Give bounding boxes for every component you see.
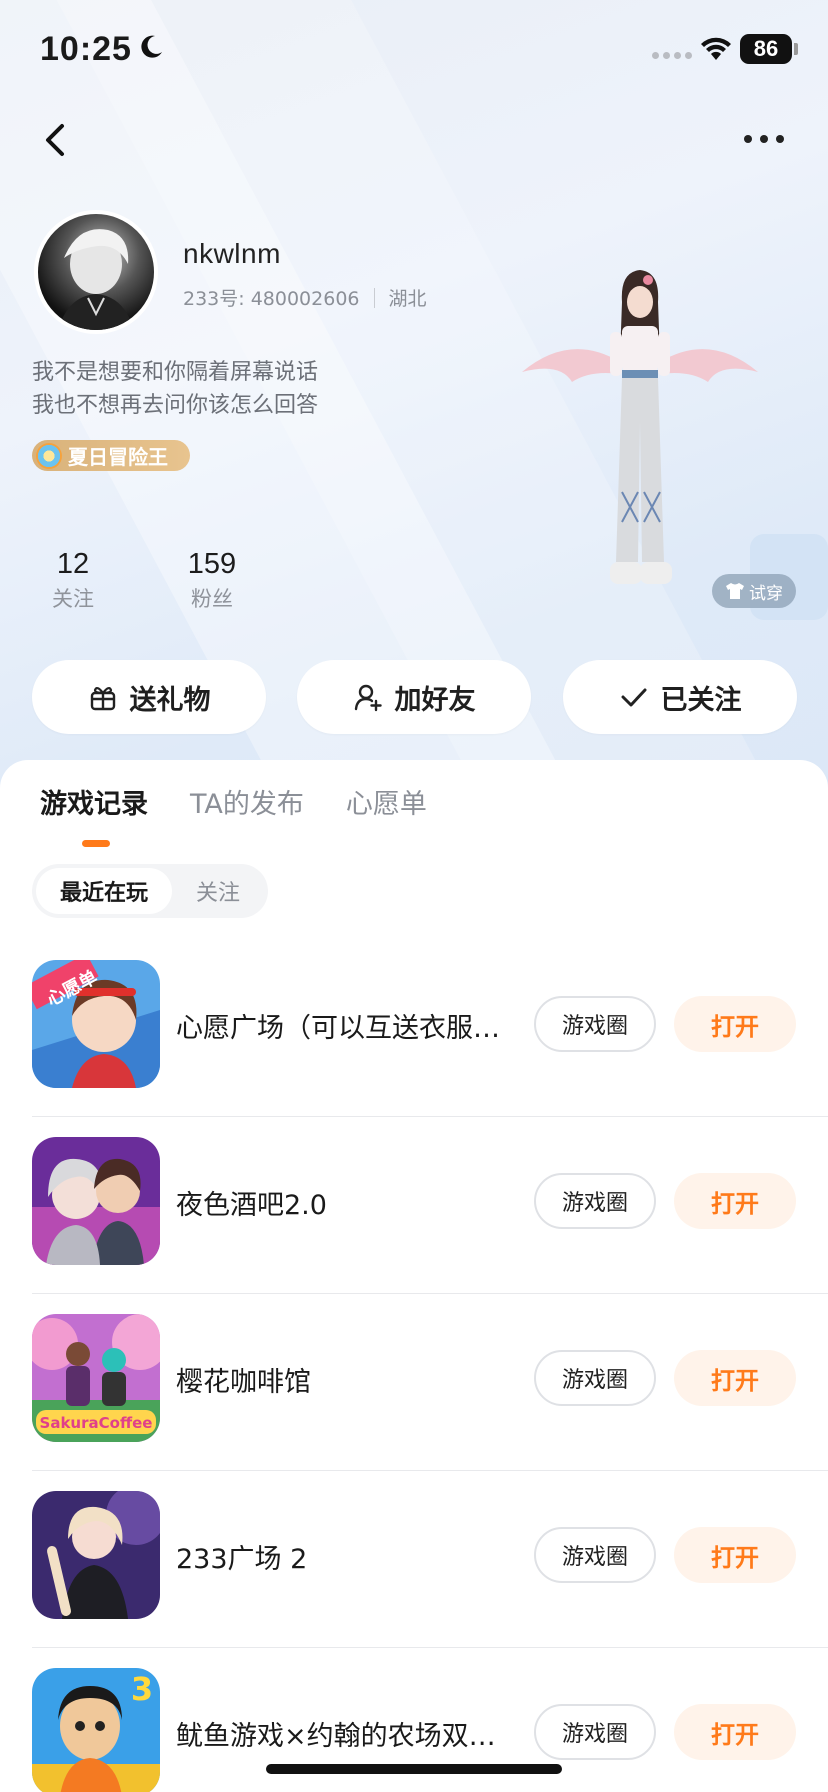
user-id: 233号: 480002606 (183, 288, 360, 310)
segment-recent[interactable]: 最近在玩 (36, 868, 172, 914)
game-circle-button[interactable]: 游戏圈 (534, 996, 656, 1052)
game-name: 鱿鱼游戏×约翰的农场双… (176, 1721, 496, 1752)
gift-icon (90, 686, 115, 711)
game-icon-tag: 3 (131, 1670, 153, 1708)
profile-meta: 233号: 480002606 湖北 (183, 284, 427, 311)
game-name: 樱花咖啡馆 (176, 1367, 311, 1398)
home-indicator (266, 1764, 562, 1774)
battery-tip (794, 43, 798, 55)
check-icon (621, 688, 646, 707)
more-icon[interactable] (740, 124, 788, 154)
following-label: 关注 (52, 587, 94, 611)
title-badge[interactable]: 夏日冒险王 (32, 440, 190, 471)
avatar[interactable] (34, 210, 158, 334)
status-time: 10:25 (40, 30, 132, 68)
signal-icon (652, 52, 692, 59)
tab-wishlist[interactable]: 心愿单 (346, 782, 427, 821)
avatar-character[interactable] (510, 262, 770, 622)
bio: 我不是想要和你隔着屏幕说话 我也不想再去问你该怎么回答 (32, 356, 318, 422)
followed-button[interactable]: 已关注 (563, 660, 797, 734)
list-item[interactable]: SakuraCoffee 樱花咖啡馆 游戏圈 打开 (0, 1294, 828, 1471)
game-circle-button[interactable]: 游戏圈 (534, 1527, 656, 1583)
open-game-button[interactable]: 打开 (674, 1527, 796, 1583)
add-user-icon (354, 684, 382, 712)
game-icon[interactable] (32, 1491, 160, 1619)
send-gift-button[interactable]: 送礼物 (32, 660, 266, 734)
badge-label: 夏日冒险王 (68, 445, 168, 469)
tab-indicator (82, 840, 110, 847)
game-circle-button[interactable]: 游戏圈 (534, 1704, 656, 1760)
shirt-icon (726, 583, 744, 599)
add-friend-button[interactable]: 加好友 (297, 660, 531, 734)
tab-game-records[interactable]: 游戏记录 (40, 782, 148, 821)
wifi-icon (701, 37, 731, 60)
fans-stat[interactable]: 159 粉丝 (182, 548, 242, 613)
segment-following[interactable]: 关注 (172, 868, 264, 914)
open-game-button[interactable]: 打开 (674, 996, 796, 1052)
open-game-button[interactable]: 打开 (674, 1173, 796, 1229)
moon-icon (141, 35, 162, 58)
game-icon[interactable]: SakuraCoffee (32, 1314, 160, 1442)
list-item[interactable]: 233广场 2 游戏圈 打开 (0, 1471, 828, 1648)
open-game-button[interactable]: 打开 (674, 1704, 796, 1760)
badge-icon (36, 442, 62, 469)
followed-label: 已关注 (660, 684, 742, 716)
game-list: 心愿单 心愿广场（可以互送衣服… 游戏圈 打开 夜色酒吧2.0 游戏圈 打开 S… (0, 940, 828, 1792)
open-game-button[interactable]: 打开 (674, 1350, 796, 1406)
game-name: 233广场 2 (176, 1544, 308, 1575)
game-icon[interactable]: 3 (32, 1668, 160, 1792)
bio-line: 我也不想再去问你该怎么回答 (32, 393, 319, 418)
list-item[interactable]: 夜色酒吧2.0 游戏圈 打开 (0, 1117, 828, 1294)
game-name: 心愿广场（可以互送衣服… (176, 1013, 500, 1044)
segment-control: 最近在玩 关注 (32, 864, 268, 918)
username: nkwlnm (183, 238, 281, 269)
following-stat[interactable]: 12 关注 (46, 548, 100, 613)
tab-posts[interactable]: TA的发布 (190, 782, 304, 821)
bio-line: 我不是想要和你隔着屏幕说话 (32, 360, 319, 385)
battery-icon: 86 (740, 34, 792, 64)
status-bar: 10:25 86 (0, 0, 828, 100)
back-icon[interactable] (36, 118, 76, 162)
game-icon-logo: SakuraCoffee (40, 1414, 153, 1432)
meta-divider (373, 287, 375, 308)
profile-tabs: 游戏记录 TA的发布 心愿单 (40, 782, 427, 821)
list-item[interactable]: 心愿单 心愿广场（可以互送衣服… 游戏圈 打开 (0, 940, 828, 1117)
game-icon[interactable]: 心愿单 (32, 960, 160, 1088)
fans-count: 159 (187, 548, 237, 580)
try-on-label: 试穿 (749, 583, 783, 604)
game-circle-button[interactable]: 游戏圈 (534, 1350, 656, 1406)
fans-label: 粉丝 (191, 587, 233, 611)
try-on-button[interactable]: 试穿 (712, 574, 796, 608)
game-icon[interactable] (32, 1137, 160, 1265)
send-gift-label: 送礼物 (129, 684, 211, 716)
following-count: 12 (56, 548, 90, 580)
game-name: 夜色酒吧2.0 (176, 1190, 327, 1221)
user-location: 湖北 (388, 288, 427, 310)
add-friend-label: 加好友 (394, 684, 476, 716)
game-circle-button[interactable]: 游戏圈 (534, 1173, 656, 1229)
